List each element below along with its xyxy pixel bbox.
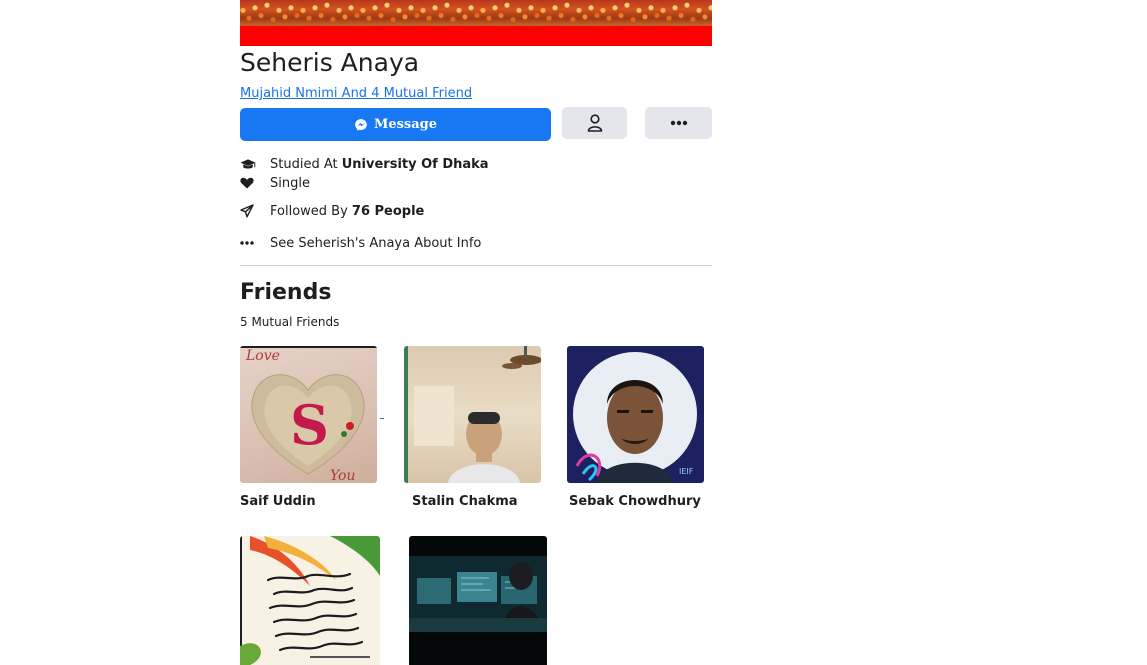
svg-text:You: You xyxy=(330,468,355,483)
svg-text:IEIF: IEIF xyxy=(679,467,694,476)
about-info-link[interactable]: See Seherish's Anaya About Info xyxy=(270,236,481,251)
friend-link-marker xyxy=(380,418,384,419)
cover-photo-texture xyxy=(240,0,712,26)
friend-photo[interactable]: IEIF xyxy=(567,346,704,483)
friend-photo-image xyxy=(240,536,380,665)
followers-prefix: Followed By xyxy=(270,203,352,219)
heart-icon xyxy=(240,175,256,191)
info-education: Studied At University Of Dhaka xyxy=(240,155,489,173)
person-icon xyxy=(587,114,602,132)
friend-photo-image xyxy=(404,346,541,483)
friend-photo[interactable] xyxy=(404,346,541,483)
messenger-icon xyxy=(355,118,367,131)
more-options-button[interactable] xyxy=(645,107,712,139)
education-prefix: Studied At xyxy=(270,156,342,172)
cover-photo[interactable] xyxy=(240,0,712,46)
graduation-cap-icon xyxy=(240,156,256,172)
paper-plane-icon xyxy=(240,203,256,219)
relationship-status: Single xyxy=(270,175,310,191)
info-relationship: Single xyxy=(240,174,310,192)
friend-name[interactable]: Saif Uddin xyxy=(240,494,316,509)
profile-page: Seheris Anaya Mujahid Nmimi And 4 Mutual… xyxy=(0,0,1147,665)
friend-photo-image xyxy=(409,556,547,632)
mutual-friends-count: 5 Mutual Friends xyxy=(240,315,340,329)
message-button-label: Message xyxy=(373,117,438,132)
svg-text:S: S xyxy=(290,393,329,457)
friend-status-button[interactable] xyxy=(562,107,627,139)
section-divider xyxy=(240,265,712,266)
friends-section-title: Friends xyxy=(240,280,332,305)
cover-photo-strip xyxy=(240,26,712,46)
profile-name: Seheris Anaya xyxy=(240,48,420,77)
message-button[interactable]: Message xyxy=(240,108,551,141)
friend-photo-image: IEIF xyxy=(573,352,697,483)
friend-photo[interactable]: Love S You xyxy=(240,346,377,483)
friend-name[interactable]: Stalin Chakma xyxy=(412,494,518,509)
friend-photo[interactable] xyxy=(240,536,380,665)
info-about[interactable]: See Seherish's Anaya About Info xyxy=(240,234,481,252)
more-dots-icon xyxy=(240,235,256,251)
info-followers: Followed By 76 People xyxy=(240,202,424,220)
education-place[interactable]: University Of Dhaka xyxy=(342,157,489,172)
friend-photo-image: Love S You xyxy=(240,346,377,483)
more-dots-icon xyxy=(670,120,687,126)
friend-photo[interactable] xyxy=(409,536,547,665)
svg-text:Love: Love xyxy=(245,348,280,364)
mutual-friends-link[interactable]: Mujahid Nmimi And 4 Mutual Friend xyxy=(240,85,472,102)
friend-name[interactable]: Sebak Chowdhury xyxy=(569,494,701,509)
followers-count[interactable]: 76 People xyxy=(352,204,424,219)
